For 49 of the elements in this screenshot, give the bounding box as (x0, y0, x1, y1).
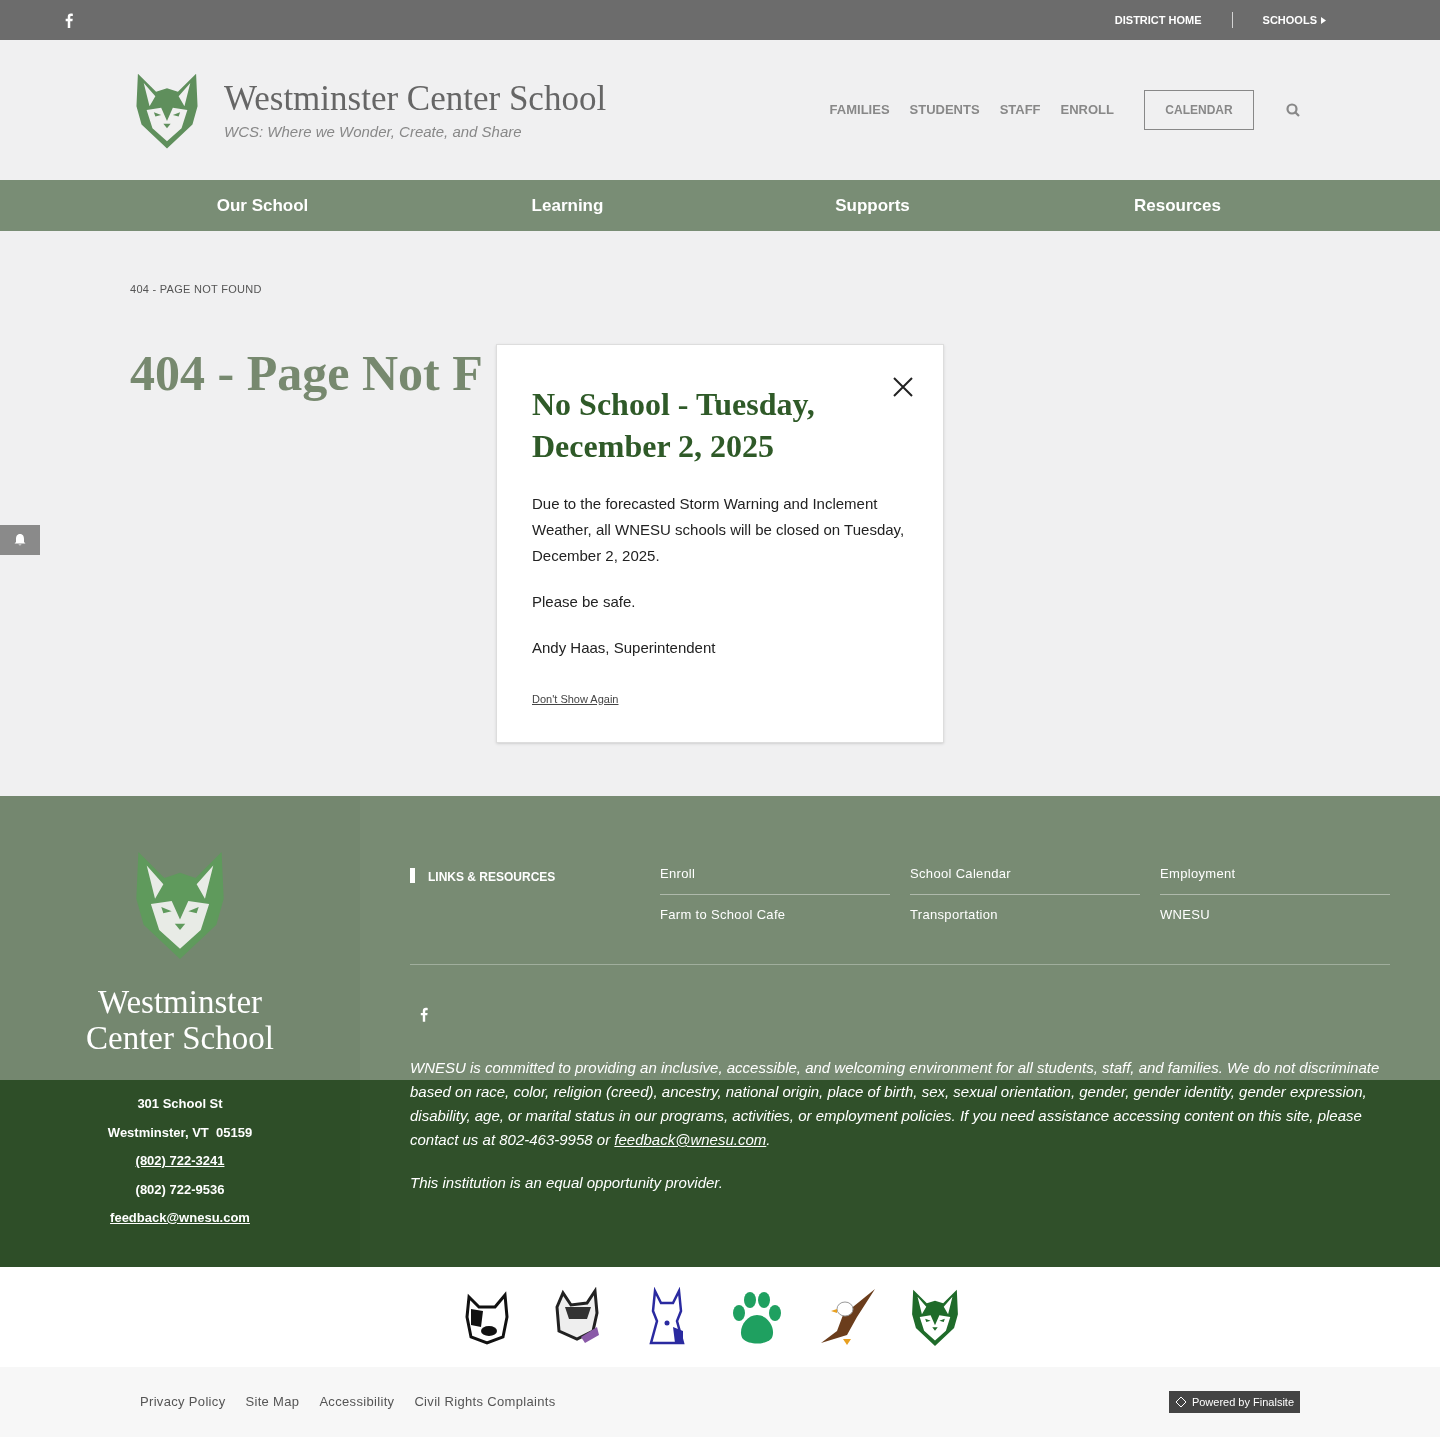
search-icon[interactable] (1286, 103, 1300, 117)
facebook-icon[interactable] (420, 1007, 428, 1022)
nondiscrimination-statement: WNESU is committed to providing an inclusive, accessible, and welcoming environment for all students, staff, and families. We do not discriminate based on race, color, religion (creed), ancestry, national origin, place of birth, sex, sexual orientation, gender, gender identity, gender expression, disability, age, or marital status in our programs, activities, or employment policies. If you need assistance accessing content on this site, please contact us at 802-463-9958 or feedback@wnesu.com. (410, 1058, 1381, 1150)
footer-link[interactable]: Farm to School Cafe (660, 894, 890, 934)
contact-text: Westminster, VT 05159 (107, 1123, 253, 1142)
bottom-link[interactable]: Accessibility (319, 1392, 395, 1412)
main-nav-item[interactable]: Learning (531, 192, 604, 219)
bottom-link[interactable]: Site Map (245, 1392, 300, 1412)
main-nav-item[interactable]: Resources (1134, 192, 1221, 219)
notification-tab[interactable] (0, 525, 40, 555)
bottom-link[interactable]: Civil Rights Complaints (414, 1392, 556, 1412)
footer-link[interactable]: School Calendar (910, 854, 1140, 895)
header-nav-link[interactable]: STUDENTS (909, 100, 980, 120)
footer-link[interactable]: Enroll (660, 854, 890, 895)
contact-link[interactable]: feedback@wnesu.com (110, 1208, 250, 1228)
email-link[interactable]: feedback@wnesu.com (614, 1131, 767, 1148)
contact-text: (802) 722-9536 (135, 1180, 225, 1199)
breadcrumb: 404 - PAGE NOT FOUND (130, 282, 263, 297)
alert-text: Please be safe. (532, 592, 637, 612)
calendar-button[interactable]: CALENDAR (1144, 90, 1254, 130)
header-nav-link[interactable]: FAMILIES (829, 100, 890, 120)
bottom-link[interactable]: Privacy Policy (140, 1392, 226, 1412)
alert-title: No School - Tuesday, December 2, 2025 (532, 385, 816, 466)
footer-link[interactable]: Transportation (910, 894, 1140, 934)
tagline: WCS: Where we Wonder, Create, and Share (224, 121, 523, 142)
alert-text: Due to the forecasted Storm Warning and Inclement Weather, all WNESU schools will be closed on Tuesday, December 2, 2025. (532, 494, 906, 566)
footer-link[interactable]: Employment (1160, 854, 1390, 895)
facebook-icon[interactable] (64, 12, 74, 28)
main-nav-item[interactable]: Supports (835, 192, 910, 219)
footer-school-name: Westminster Center School (85, 984, 275, 1056)
accent-bar (410, 868, 415, 883)
close-icon[interactable] (893, 377, 913, 397)
equal-opportunity-text: This institution is an equal opportunity provider. (410, 1173, 724, 1193)
dont-show-again-link[interactable]: Don't Show Again (532, 691, 619, 708)
powered-by-badge[interactable]: Powered by Finalsite (1168, 1391, 1300, 1413)
site-title: Westminster Center School (224, 77, 607, 120)
contact-text: 301 School St (137, 1095, 223, 1113)
main-nav-item[interactable]: Our School (216, 192, 309, 219)
caret-icon (1321, 16, 1326, 24)
header-nav-link[interactable]: ENROLL (1060, 100, 1114, 120)
alert-text: Andy Haas, Superintendent (532, 638, 717, 658)
diamond-icon (1174, 1396, 1187, 1408)
bell-icon (14, 534, 26, 546)
contact-link[interactable]: (802) 722-3241 (135, 1151, 225, 1171)
footer-link[interactable]: WNESU (1160, 894, 1390, 934)
top-link[interactable]: DISTRICT HOME (1114, 11, 1202, 29)
links-heading: LINKS & RESOURCES (428, 869, 556, 886)
schools-dropdown[interactable]: SCHOOLS (1262, 11, 1326, 29)
header-nav-link[interactable]: STAFF (999, 100, 1041, 120)
